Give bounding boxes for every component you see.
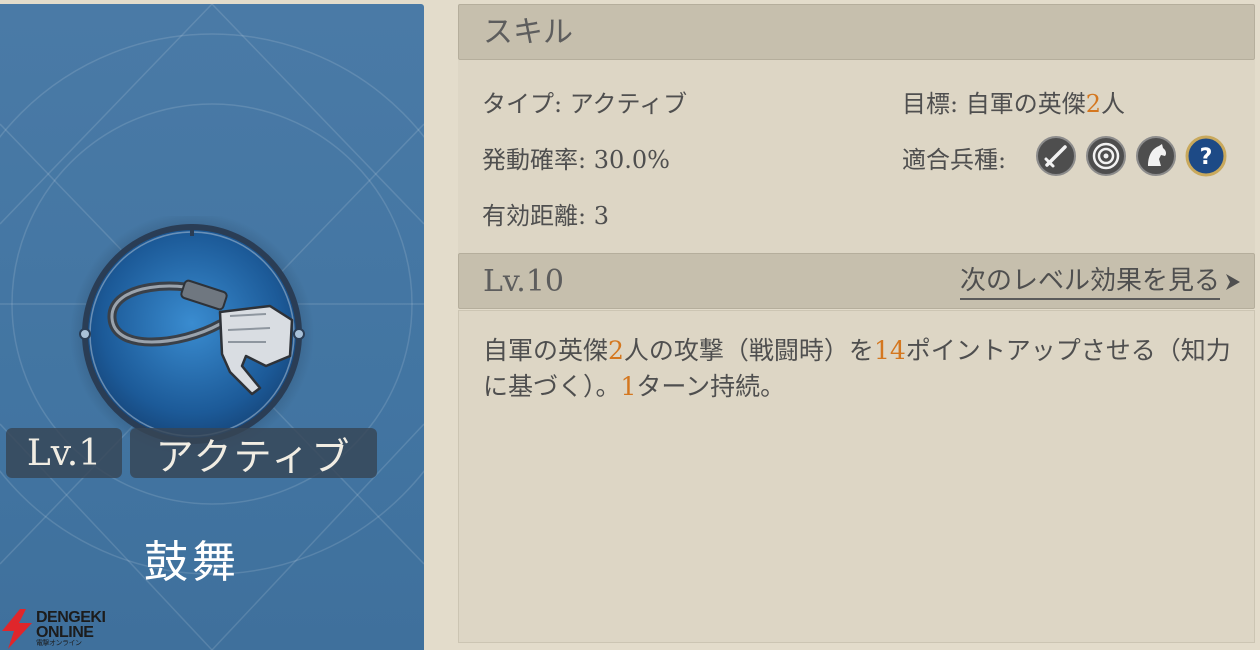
dengeki-online-watermark: DENGEKI ONLINE 電撃オンライン bbox=[0, 608, 130, 650]
skill-card: Lv.1 アクティブ 鼓舞 bbox=[0, 4, 424, 650]
skill-level-badge: Lv.1 bbox=[6, 428, 122, 478]
type-row: タイプ: アクティブ bbox=[482, 84, 687, 119]
skill-section-title: スキル bbox=[483, 15, 573, 50]
target-count: 2 bbox=[1085, 90, 1102, 118]
effect-description-panel: 自軍の英傑2人の攻撃（戦闘時）を14ポイントアップさせる（知力に基づく）。1ター… bbox=[458, 310, 1255, 643]
level-section-header: Lv.10 次のレベル効果を見る bbox=[458, 253, 1255, 309]
lightning-bolt-icon bbox=[2, 609, 32, 649]
bow-target-icon[interactable] bbox=[1085, 135, 1127, 177]
desc-number: 2 bbox=[608, 336, 624, 365]
horse-icon[interactable] bbox=[1135, 135, 1177, 177]
next-level-effect-link[interactable]: 次のレベル効果を見る bbox=[959, 266, 1220, 300]
target-prefix: 自軍の英傑 bbox=[965, 90, 1086, 118]
effect-description: 自軍の英傑2人の攻撃（戦闘時）を14ポイントアップさせる（知力に基づく）。1ター… bbox=[483, 333, 1243, 405]
type-value: アクティブ bbox=[569, 90, 688, 118]
range-label: 有効距離: bbox=[482, 202, 587, 230]
desc-part: ターン持続。 bbox=[636, 372, 786, 401]
desc-part: 自軍の英傑 bbox=[483, 336, 609, 365]
skill-section-header: スキル bbox=[458, 4, 1255, 60]
level-title: Lv.10 bbox=[483, 264, 565, 299]
skill-name: 鼓舞 bbox=[144, 537, 240, 588]
skill-type-badge: アクティブ bbox=[130, 428, 377, 479]
desc-number: 14 bbox=[873, 336, 906, 365]
activation-value: 30.0% bbox=[593, 146, 670, 174]
units-row: 適合兵種: bbox=[902, 140, 1006, 175]
skill-emblem bbox=[70, 212, 314, 456]
watermark-line2: ONLINE bbox=[36, 624, 94, 641]
target-suffix: 人 bbox=[1101, 90, 1126, 118]
whip-in-hand-icon bbox=[70, 212, 314, 456]
target-label: 目標: bbox=[902, 90, 959, 118]
range-row: 有効距離: 3 bbox=[482, 196, 609, 231]
range-value: 3 bbox=[593, 202, 610, 230]
sword-icon[interactable] bbox=[1035, 135, 1077, 177]
activation-label: 発動確率: bbox=[482, 146, 587, 174]
svg-text:?: ? bbox=[1200, 145, 1213, 170]
desc-number: 1 bbox=[620, 372, 637, 401]
watermark-line1: DENGEKI bbox=[36, 609, 106, 626]
unit-icons: ? bbox=[1035, 135, 1227, 177]
question-icon[interactable]: ? bbox=[1185, 135, 1227, 177]
type-label: タイプ: bbox=[482, 90, 563, 118]
activation-row: 発動確率: 30.0% bbox=[482, 140, 670, 175]
watermark-line3: 電撃オンライン bbox=[36, 640, 82, 647]
target-row: 目標: 自軍の英傑2人 bbox=[902, 84, 1125, 119]
desc-part: 人の攻撃（戦闘時）を bbox=[623, 336, 874, 365]
units-label: 適合兵種: bbox=[902, 146, 1007, 174]
chevron-right-icon[interactable] bbox=[1224, 272, 1242, 292]
